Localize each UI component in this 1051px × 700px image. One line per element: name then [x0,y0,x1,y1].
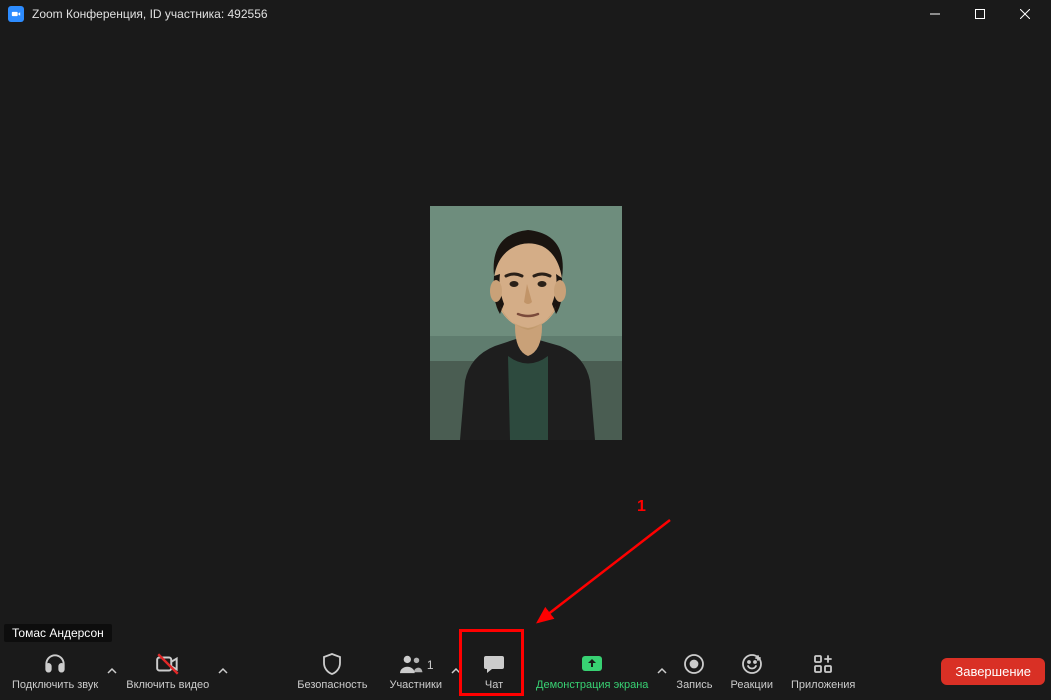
security-label: Безопасность [297,679,367,691]
end-label: Завершение [955,664,1031,679]
record-label: Запись [676,679,712,691]
apps-label: Приложения [791,679,855,691]
avatar-image [430,206,622,440]
window-title: Zoom Конференция, ID участника: 492556 [32,7,912,21]
meeting-toolbar: Подключить звук Включить видео [0,642,1051,700]
participant-name-label: Томас Андерсон [4,624,112,642]
participants-caret[interactable] [448,645,464,697]
audio-caret[interactable] [104,645,120,697]
minimize-button[interactable] [912,0,957,28]
record-icon [682,651,706,677]
end-meeting-button[interactable]: Завершение [941,658,1045,685]
audio-button[interactable]: Подключить звук [6,645,104,697]
apps-icon [811,651,835,677]
reactions-button[interactable]: Реакции [725,645,780,697]
audio-label: Подключить звук [12,679,98,691]
window-titlebar: Zoom Конференция, ID участника: 492556 [0,0,1051,28]
reactions-label: Реакции [731,679,774,691]
participants-button[interactable]: 1 Участники [383,645,448,697]
share-label: Демонстрация экрана [536,679,648,691]
chat-icon [482,651,506,677]
video-off-icon [155,651,181,677]
maximize-button[interactable] [957,0,1002,28]
participants-count: 1 [427,658,434,672]
chat-button[interactable]: Чат [464,645,524,697]
headphones-icon [42,651,68,677]
participants-label: Участники [389,679,442,691]
chat-label: Чат [485,679,503,691]
share-screen-icon [579,651,605,677]
apps-button[interactable]: Приложения [785,645,861,697]
video-button[interactable]: Включить видео [120,645,215,697]
video-area [0,28,1051,642]
record-button[interactable]: Запись [670,645,718,697]
shield-icon [320,651,344,677]
participant-avatar-tile[interactable] [430,206,622,440]
zoom-app-icon [8,6,24,22]
window-controls [912,0,1047,28]
close-button[interactable] [1002,0,1047,28]
participants-icon: 1 [398,651,434,677]
share-caret[interactable] [654,645,670,697]
video-caret[interactable] [215,645,231,697]
security-button[interactable]: Безопасность [291,645,373,697]
reactions-icon [740,651,764,677]
share-screen-button[interactable]: Демонстрация экрана [530,645,654,697]
video-label: Включить видео [126,679,209,691]
